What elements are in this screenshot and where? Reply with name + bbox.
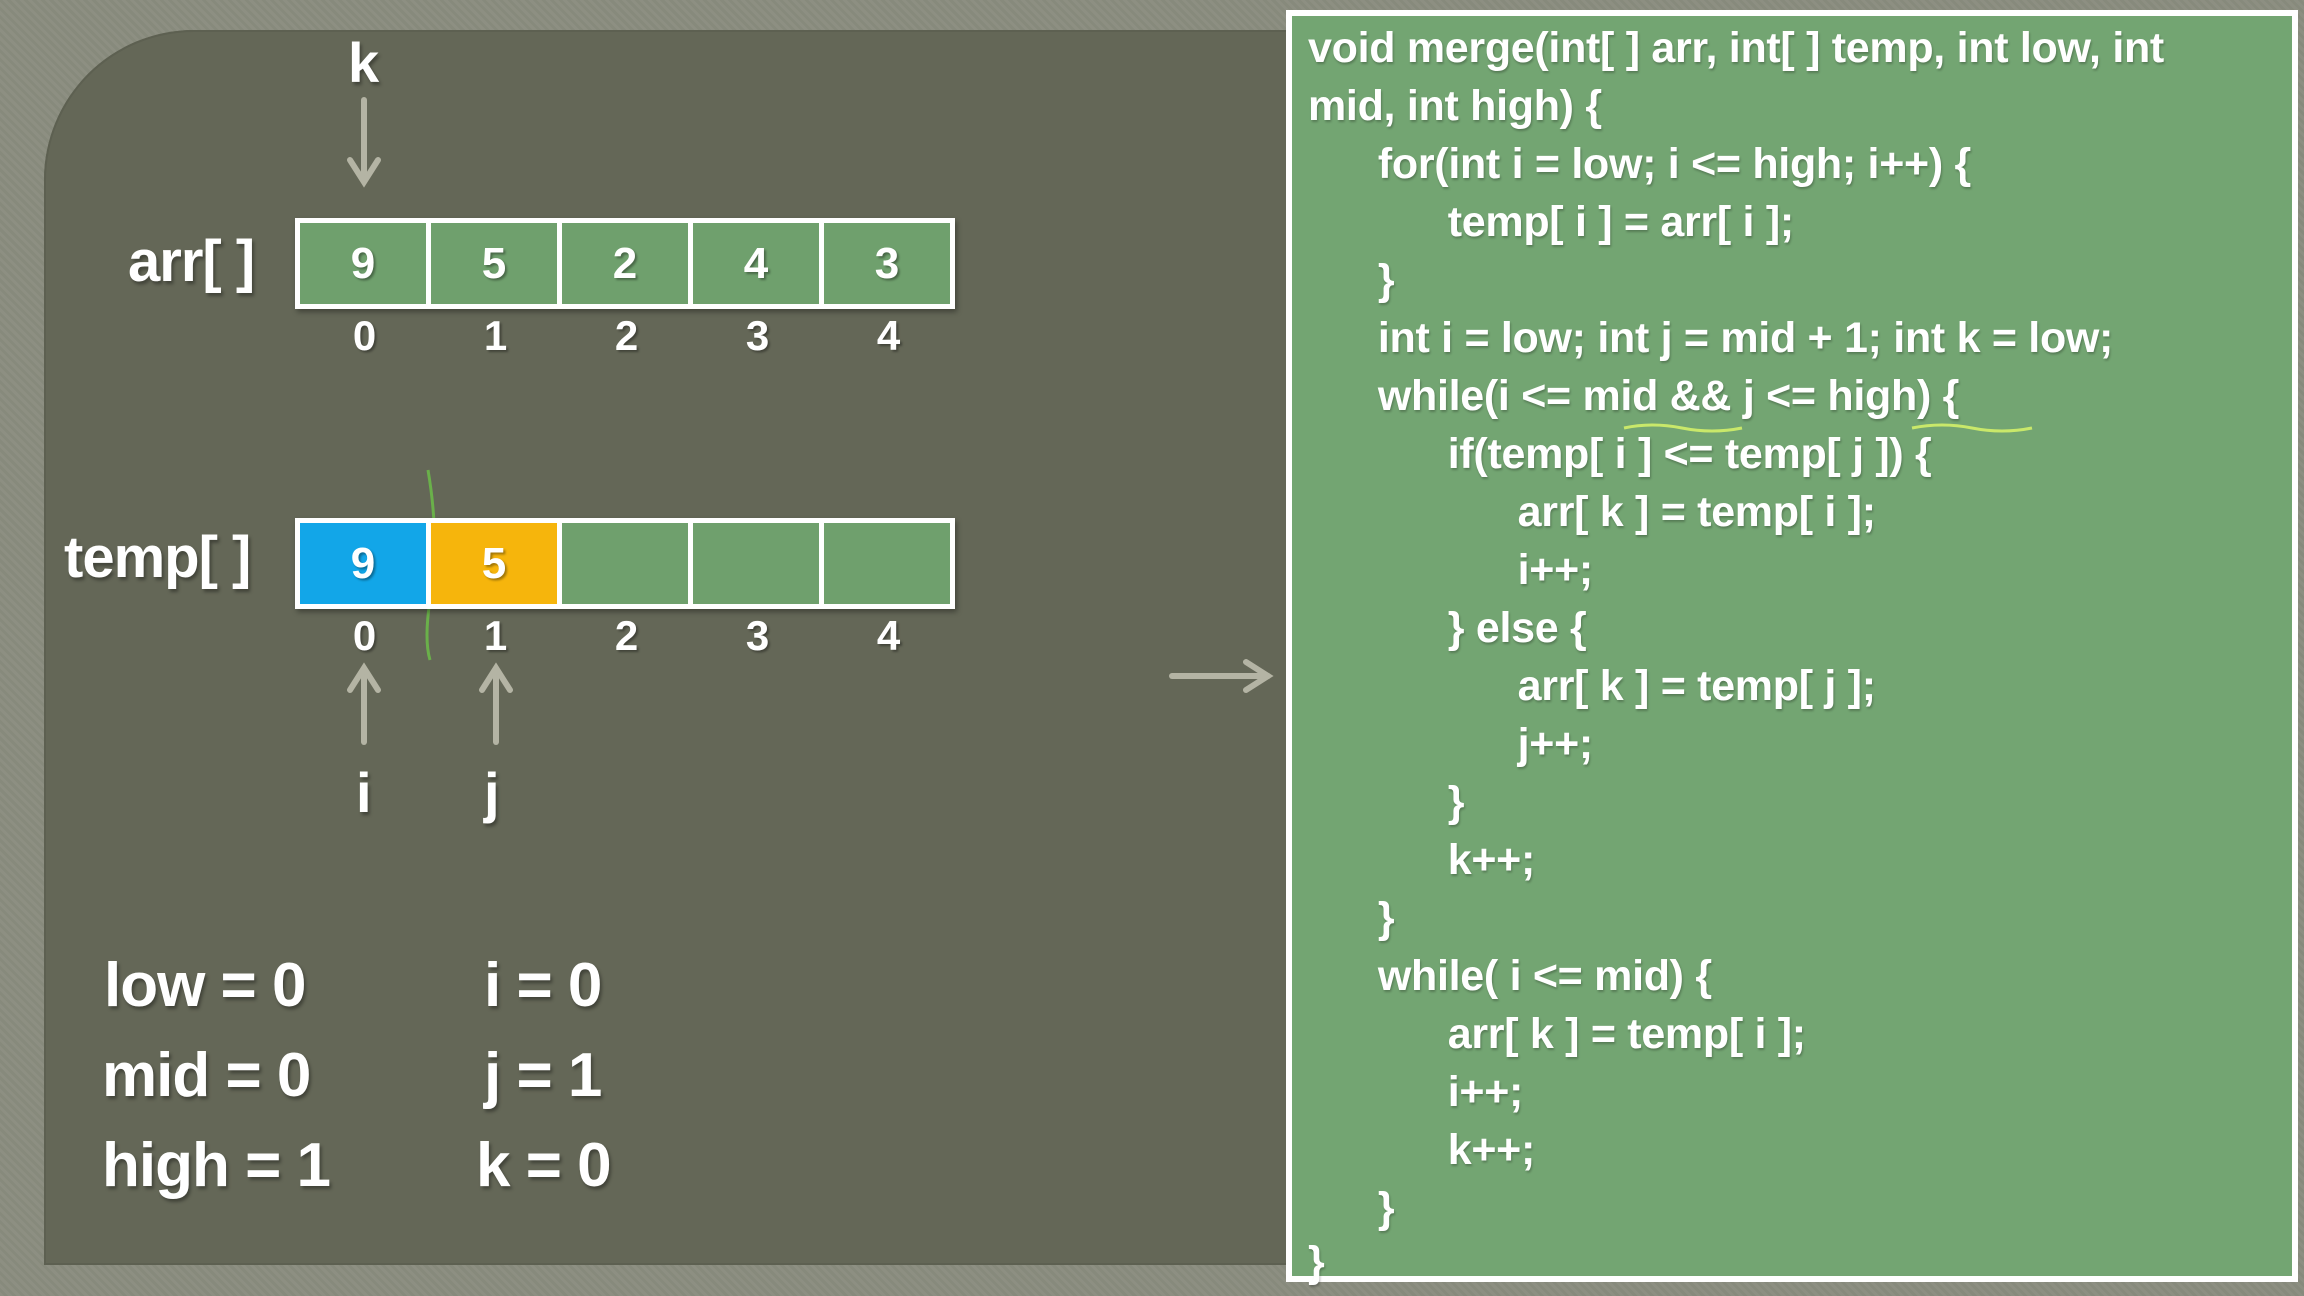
temp-index: 1 (483, 612, 508, 659)
arr-index: 3 (745, 312, 770, 359)
arr-index: 4 (876, 312, 901, 359)
arr-index: 0 (352, 312, 377, 359)
code-line: mid, int high) { (1308, 82, 1602, 130)
code-line: j++; (1308, 720, 1594, 768)
arr-cell: 9 (300, 223, 431, 304)
temp-index: 3 (745, 612, 770, 659)
code-line: k++; (1308, 836, 1536, 884)
arr-index: 1 (483, 312, 508, 359)
temp-cell: 9 (300, 523, 431, 604)
var-mid: mid = 0 (102, 1041, 311, 1110)
code-line: } else { (1308, 604, 1587, 652)
arr-cell: 2 (562, 223, 693, 304)
arr-cell: 3 (824, 223, 950, 304)
code-line: i++; (1308, 1068, 1524, 1116)
code-panel: void merge(int[ ] arr, int[ ] temp, int … (1286, 10, 2298, 1286)
code-line: k++; (1308, 1126, 1536, 1174)
code-line: while( i <= mid) { (1308, 952, 1712, 1000)
code-line: if(temp[ i ] <= temp[ j ]) { (1308, 430, 1932, 478)
temp-label: temp[ ] (64, 525, 251, 590)
code-line: } (1308, 778, 1465, 826)
code-line: arr[ k ] = temp[ i ]; (1308, 488, 1876, 536)
code-line: } (1308, 1184, 1395, 1232)
code-line: while(i <= mid && j <= high) { (1308, 372, 1960, 420)
temp-array: 9 5 (295, 518, 955, 609)
temp-index: 2 (614, 612, 639, 659)
arr-cell: 5 (431, 223, 562, 304)
code-line: void merge(int[ ] arr, int[ ] temp, int … (1308, 24, 2164, 72)
arr-cell: 4 (693, 223, 824, 304)
code-line: arr[ k ] = temp[ i ]; (1308, 1010, 1806, 1058)
var-j: j = 1 (484, 1041, 602, 1110)
var-high: high = 1 (102, 1131, 331, 1200)
code-line: temp[ i ] = arr[ i ]; (1308, 198, 1794, 246)
code-line: for(int i = low; i <= high; i++) { (1308, 140, 1971, 188)
k-pointer-label: k (348, 31, 380, 94)
arr-array: 9 5 2 4 3 (295, 218, 955, 309)
var-i: i = 0 (484, 951, 602, 1020)
temp-cell: 5 (431, 523, 562, 604)
code-line: arr[ k ] = temp[ j ]; (1308, 662, 1876, 710)
code-line: } (1308, 256, 1395, 304)
temp-cell (693, 523, 824, 604)
temp-cell (562, 523, 693, 604)
code-line: } (1308, 894, 1395, 942)
var-k: k = 0 (476, 1131, 612, 1200)
temp-cell (824, 523, 950, 604)
code-line: } (1308, 1238, 1325, 1286)
arr-label: arr[ ] (128, 229, 255, 294)
temp-index: 4 (876, 612, 901, 659)
temp-index: 0 (352, 612, 377, 659)
underline-squiggle-icon (1623, 423, 2033, 433)
j-pointer-label: j (484, 761, 500, 824)
code-line: i++; (1308, 546, 1594, 594)
var-low: low = 0 (104, 951, 306, 1020)
i-pointer-label: i (356, 761, 372, 824)
code-line: int i = low; int j = mid + 1; int k = lo… (1308, 314, 2114, 362)
arr-index: 2 (614, 312, 639, 359)
